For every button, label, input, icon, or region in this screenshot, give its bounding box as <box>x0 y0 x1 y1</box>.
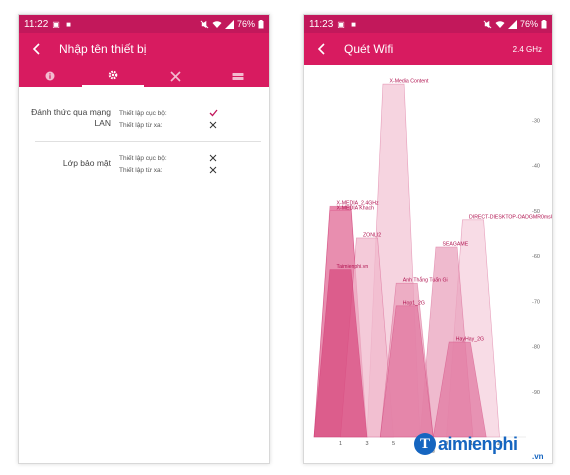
setting-label: Đánh thức qua mạng LAN <box>31 107 111 128</box>
battery-level: 76% <box>519 19 538 29</box>
setting-option: Thiết lập cục bộ: <box>119 107 261 119</box>
wifi-icon <box>495 20 505 28</box>
network-name-label: X-MEDIA Khach <box>337 205 375 211</box>
status-bar: 11:23 ▣ ■ 76% <box>304 15 552 33</box>
mute-icon <box>483 20 492 28</box>
back-button[interactable] <box>27 39 47 59</box>
page-title: Quét Wifi <box>344 42 394 56</box>
device-settings-screen: 11:22 ▣ ■ 76% Nhập tên thiết bị Đánh thứ… <box>18 14 270 464</box>
setting-row-wol: Đánh thức qua mạng LAN Thiết lập cục bộ:… <box>19 107 269 139</box>
network-name-label: Taimienphi.vn <box>337 264 369 270</box>
y-tick-label: -90 <box>532 390 540 396</box>
x-tick-label: 5 <box>392 441 395 447</box>
y-tick-label: -80 <box>532 345 540 351</box>
status-right: 76% <box>200 19 264 29</box>
network-name-label: X-Media Content <box>390 79 429 85</box>
signal-icon <box>224 19 234 29</box>
option-label: Thiết lập cục bộ: <box>119 154 167 162</box>
info-icon <box>45 71 55 81</box>
network-name-label: Hop1_2G <box>403 300 425 306</box>
setting-row-security: Lớp bảo mật Thiết lập cục bộ: Thiết lập … <box>19 152 269 184</box>
wifi-channel-chart: X-Media Content X-MEDIA_2.4GHz X-MEDIA Kha… <box>304 65 553 455</box>
y-tick-label: -50 <box>532 209 540 215</box>
close-icon[interactable] <box>207 164 219 176</box>
logo-text: aimienphi <box>438 433 518 454</box>
setting-option: Thiết lập từ xa: <box>119 164 261 176</box>
y-tick-label: -40 <box>532 164 540 170</box>
watermark-logo: T aimienphi .vn <box>414 424 564 464</box>
checkmark-icon[interactable] <box>207 107 219 119</box>
tab-tools[interactable] <box>144 65 207 87</box>
settings-list: Đánh thức qua mạng LAN Thiết lập cục bộ:… <box>19 87 269 184</box>
battery-level: 76% <box>236 19 255 29</box>
network-name-label: Anh Thắng Tuấn Gi <box>403 277 448 284</box>
divider <box>35 141 261 142</box>
status-right: 76% <box>483 19 547 29</box>
battery-icon <box>258 19 264 28</box>
status-time: 11:22 <box>24 18 49 30</box>
signal-icon <box>507 19 517 29</box>
tab-bar <box>19 65 269 87</box>
band-selector[interactable]: 2.4 GHz <box>513 45 542 54</box>
tab-router[interactable] <box>207 65 270 87</box>
back-arrow-icon <box>32 43 40 55</box>
gear-icon <box>108 70 118 80</box>
network-name-label: DIRECT-DIESKTOP-OADGMR0msUW <box>469 214 553 220</box>
setting-option: Thiết lập cục bộ: <box>119 152 261 164</box>
setting-option: Thiết lập từ xa: <box>119 119 261 131</box>
wifi-chart-svg: X-Media ContentX-MEDIA_2.4GHzX-MEDIA Kha… <box>313 79 553 447</box>
logo-domain: .vn <box>532 452 544 461</box>
x-tick-label: 1 <box>339 441 342 447</box>
app-bar: Quét Wifi 2.4 GHz <box>304 33 552 65</box>
y-tick-label: -60 <box>532 254 540 260</box>
page-title: Nhập tên thiết bị <box>59 42 147 56</box>
option-label: Thiết lập từ xa: <box>119 121 163 129</box>
network-name-label: SEAGAME <box>443 241 469 247</box>
option-label: Thiết lập cục bộ: <box>119 109 167 117</box>
logo-initial: T <box>414 433 436 455</box>
y-tick-label: -30 <box>532 118 540 124</box>
back-arrow-icon <box>317 43 325 55</box>
wifi-scan-screen: 11:23 ▣ ■ 76% Quét Wifi 2.4 GHz X-Media … <box>303 14 553 464</box>
network-name-label: HayHay_2G <box>456 336 484 342</box>
network-name-label: ZONLI2 <box>363 232 381 238</box>
wifi-icon <box>212 20 222 28</box>
tab-info[interactable] <box>19 65 82 87</box>
battery-icon <box>541 19 547 28</box>
x-tick-label: 3 <box>365 441 368 447</box>
option-label: Thiết lập từ xa: <box>119 166 163 174</box>
notification-icons: ▣ ■ <box>337 19 358 29</box>
router-icon <box>232 72 244 80</box>
tools-icon <box>170 70 181 82</box>
setting-label: Lớp bảo mật <box>62 158 111 168</box>
close-icon[interactable] <box>207 119 219 131</box>
tab-settings[interactable] <box>81 65 144 87</box>
back-button[interactable] <box>312 39 332 59</box>
status-time: 11:23 <box>309 18 334 30</box>
mute-icon <box>200 20 209 28</box>
status-bar: 11:22 ▣ ■ 76% <box>19 15 269 33</box>
y-tick-label: -70 <box>532 299 540 305</box>
notification-icons: ▣ ■ <box>52 19 73 29</box>
close-icon[interactable] <box>207 152 219 164</box>
app-bar: Nhập tên thiết bị <box>19 33 269 65</box>
